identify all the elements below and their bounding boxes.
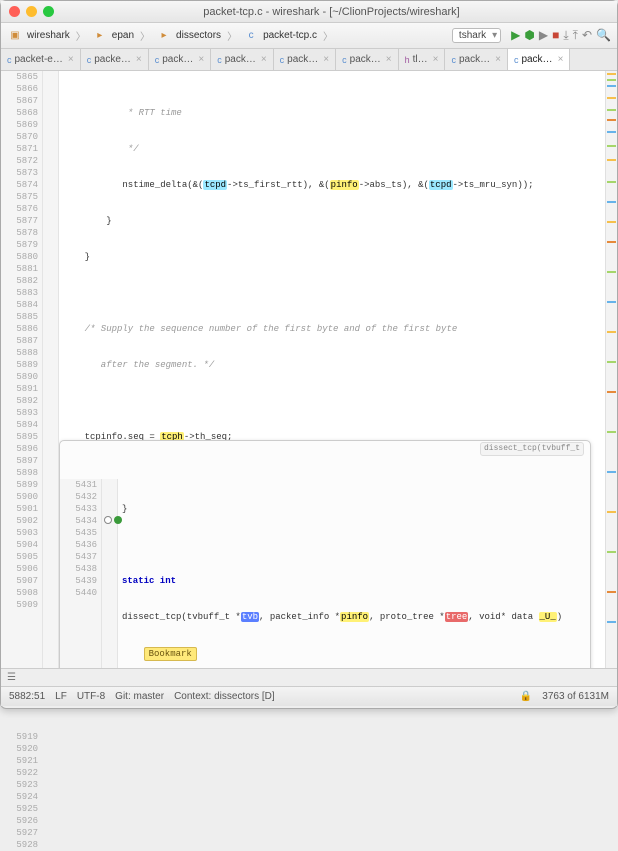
gutter-icons[interactable] [43, 71, 59, 668]
close-window[interactable] [9, 6, 20, 17]
editor-tab[interactable]: htl…× [399, 49, 446, 70]
editor-tab[interactable]: cpack…× [508, 49, 570, 70]
memory-indicator[interactable]: 3763 of 6131M [542, 691, 609, 702]
window-title: packet-tcp.c - wireshark - [~/ClionProje… [54, 6, 609, 18]
search-icon[interactable]: 🔍 [596, 28, 611, 43]
quick-definition-popup[interactable]: dissect_tcp(tvbuff_t 5431 5432 5433 5434… [59, 440, 591, 668]
close-tab-icon[interactable]: × [323, 54, 329, 65]
close-tab-icon[interactable]: × [558, 54, 564, 65]
revert-icon[interactable]: ↶ [582, 28, 592, 43]
close-tab-icon[interactable]: × [136, 54, 142, 65]
titlebar: packet-tcp.c - wireshark - [~/ClionProje… [1, 1, 617, 23]
toolbar: ▣ wireshark〉 ▸ epan〉 ▸ dissectors〉 c pac… [1, 23, 617, 49]
overlay-gutter-icons [102, 479, 118, 668]
stop-icon[interactable]: ■ [552, 28, 559, 43]
minimize-window[interactable] [26, 6, 37, 17]
traffic-lights [9, 6, 54, 17]
context[interactable]: Context: dissectors [D] [174, 691, 275, 702]
close-tab-icon[interactable]: × [68, 54, 74, 65]
bookmark-badge[interactable]: Bookmark [144, 647, 197, 661]
code-area[interactable]: * RTT time */ nstime_delta(&(tcpd->ts_fi… [59, 71, 605, 668]
editor-tab[interactable]: cpack…× [149, 49, 211, 70]
lock-icon[interactable]: 🔒 [520, 691, 532, 702]
debug-icon[interactable]: ⬢ [524, 28, 534, 43]
git-branch[interactable]: Git: master [115, 691, 164, 702]
editor-tab[interactable]: cpacket-e…× [1, 49, 81, 70]
encoding[interactable]: UTF-8 [77, 691, 105, 702]
line-separator[interactable]: LF [55, 691, 67, 702]
folder-icon: ▸ [92, 28, 108, 44]
close-tab-icon[interactable]: × [495, 54, 501, 65]
caret-position[interactable]: 5882:51 [9, 691, 45, 702]
editor-tab[interactable]: cpack…× [274, 49, 336, 70]
coverage-icon[interactable]: ▶ [539, 28, 548, 43]
close-tab-icon[interactable]: × [198, 54, 204, 65]
editor-tabs: cpacket-e…×cpacke…×cpack…×cpack…×cpack…×… [1, 49, 617, 71]
run-icon[interactable]: ▶ [511, 28, 520, 43]
folder-icon: ▸ [156, 28, 172, 44]
file-icon: c [243, 28, 259, 44]
popup-signature: dissect_tcp(tvbuff_t [480, 442, 584, 456]
breadcrumb-2[interactable]: dissectors [176, 30, 221, 41]
overlay-gutter: 5431 5432 5433 5434 5435 5436 5437 5438 … [60, 479, 102, 668]
editor-tab[interactable]: cpack…× [211, 49, 273, 70]
breadcrumb-1[interactable]: epan [112, 30, 134, 41]
editor-tab[interactable]: cpacke…× [81, 49, 149, 70]
vcs-commit-icon[interactable]: ⤒ [573, 28, 578, 43]
breadcrumb-0[interactable]: wireshark [27, 30, 70, 41]
gutter[interactable]: 5865 5866 5867 5868 5869 5870 5871 5872 … [1, 71, 43, 668]
editor: 5865 5866 5867 5868 5869 5870 5871 5872 … [1, 71, 617, 668]
project-icon[interactable]: ▣ [7, 28, 23, 44]
vcs-update-icon[interactable]: ⤓ [563, 28, 568, 43]
run-config-combo[interactable]: tshark [452, 28, 501, 43]
minimap[interactable] [605, 71, 617, 668]
breadcrumb-3[interactable]: packet-tcp.c [263, 30, 317, 41]
editor-tab[interactable]: cpack…× [445, 49, 507, 70]
zoom-window[interactable] [43, 6, 54, 17]
tool-window-menu-icon[interactable]: ☰ [7, 672, 16, 683]
close-tab-icon[interactable]: × [386, 54, 392, 65]
editor-tab[interactable]: cpack…× [336, 49, 398, 70]
tool-window-bar[interactable]: ☰ [1, 668, 617, 686]
close-tab-icon[interactable]: × [433, 54, 439, 65]
status-bar: 5882:51 LF UTF-8 Git: master Context: di… [1, 686, 617, 706]
close-tab-icon[interactable]: × [261, 54, 267, 65]
